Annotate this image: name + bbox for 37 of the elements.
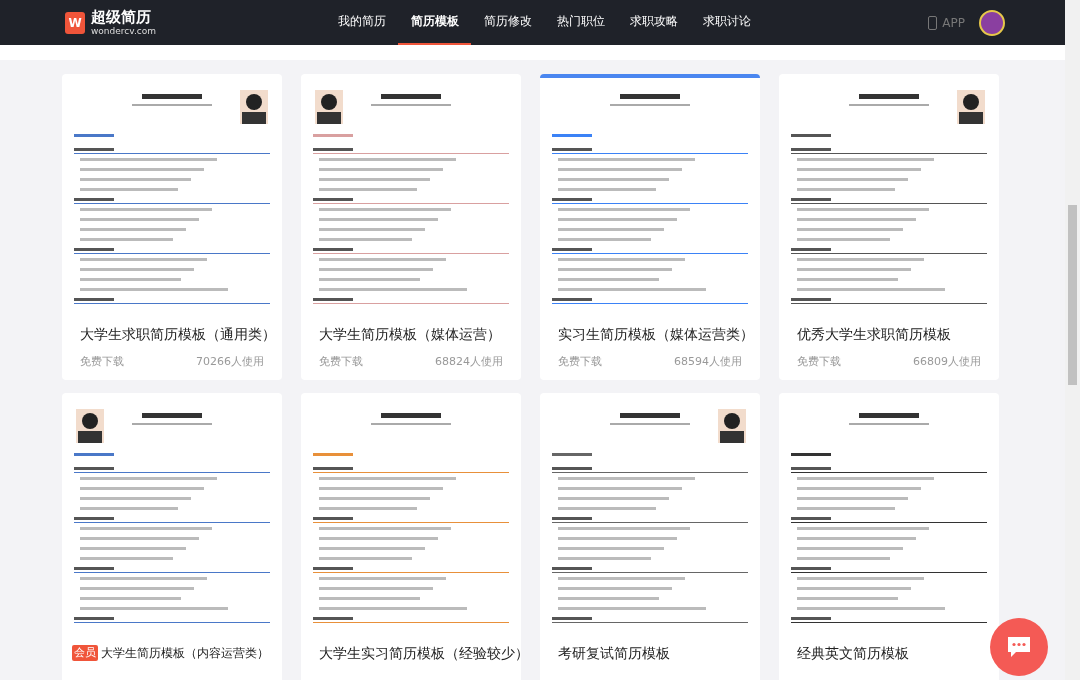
- template-card[interactable]: 经典英文简历模板: [779, 393, 999, 680]
- price-label: 免费下载: [319, 354, 363, 369]
- logo-subtitle: wondercv.com: [91, 25, 156, 37]
- usage-count: 68824人使用: [435, 354, 503, 369]
- app-link[interactable]: APP: [942, 15, 965, 30]
- usage-count: 70266人使用: [196, 354, 264, 369]
- template-card[interactable]: 大学生简历模板（媒体运营） 免费下载 68824人使用: [301, 74, 521, 380]
- nav-tab[interactable]: 简历修改: [471, 0, 544, 45]
- logo-icon: W: [65, 11, 85, 34]
- usage-count: 68594人使用: [674, 354, 742, 369]
- nav-tab[interactable]: 我的简历: [325, 0, 398, 45]
- price-label: 免费下载: [797, 354, 841, 369]
- nav-tab[interactable]: 热门职位: [544, 0, 617, 45]
- user-avatar[interactable]: [979, 9, 1005, 36]
- template-card[interactable]: 大学生实习简历模板（经验较少）: [301, 393, 521, 680]
- template-title: 考研复试简历模板: [558, 645, 670, 663]
- template-title: 大学生简历模板（媒体运营）: [319, 326, 501, 344]
- template-title: 经典英文简历模板: [797, 645, 909, 663]
- nav-tab[interactable]: 求职讨论: [690, 0, 763, 45]
- scrollbar[interactable]: [1065, 0, 1080, 680]
- member-badge: 会员: [72, 645, 98, 661]
- phone-icon: [928, 15, 938, 30]
- template-title: 大学生简历模板（内容运营类）: [101, 645, 269, 661]
- logo-title: 超级简历: [91, 8, 152, 26]
- template-card[interactable]: 会员 大学生简历模板（内容运营类）: [62, 393, 282, 680]
- template-card[interactable]: 大学生求职简历模板（通用类） 免费下载 70266人使用: [62, 74, 282, 380]
- template-card[interactable]: 实习生简历模板（媒体运营类） 免费下载 68594人使用: [540, 74, 760, 380]
- price-label: 免费下载: [558, 354, 602, 369]
- template-card[interactable]: 考研复试简历模板: [540, 393, 760, 680]
- chat-icon: [1006, 636, 1032, 658]
- price-label: 免费下载: [80, 354, 124, 369]
- template-title: 优秀大学生求职简历模板: [797, 326, 951, 344]
- usage-count: 66809人使用: [913, 354, 981, 369]
- template-card[interactable]: 优秀大学生求职简历模板 免费下载 66809人使用: [779, 74, 999, 380]
- template-title: 实习生简历模板（媒体运营类）: [558, 326, 754, 344]
- nav-tab[interactable]: 求职攻略: [617, 0, 690, 45]
- template-title: 大学生求职简历模板（通用类）: [80, 326, 276, 344]
